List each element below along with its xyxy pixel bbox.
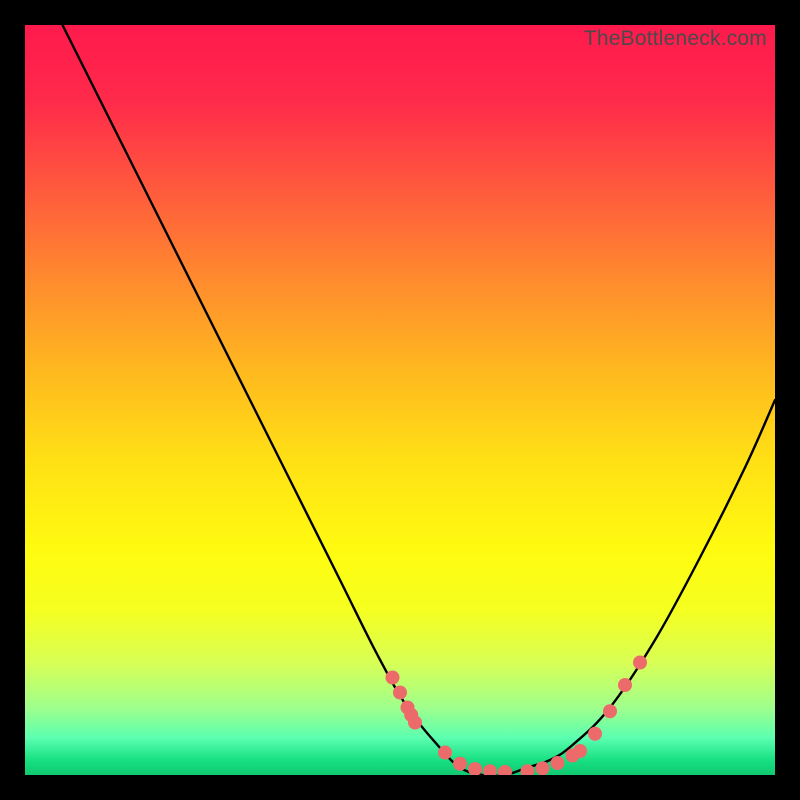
chart-frame: TheBottleneck.com	[25, 25, 775, 775]
highlight-dot	[573, 744, 587, 758]
highlight-dot	[386, 671, 400, 685]
chart-svg	[25, 25, 775, 775]
highlight-dot	[498, 765, 512, 775]
highlight-dot	[603, 704, 617, 718]
highlight-dot	[618, 678, 632, 692]
highlight-dot	[404, 708, 418, 722]
highlight-dot	[536, 761, 550, 775]
highlight-dots	[386, 656, 648, 776]
highlight-dot	[468, 762, 482, 775]
highlight-dot	[633, 656, 647, 670]
highlight-dot	[483, 764, 497, 775]
highlight-dot	[453, 757, 467, 771]
highlight-dot	[588, 727, 602, 741]
highlight-dot	[551, 756, 565, 770]
highlight-dot	[438, 746, 452, 760]
bottleneck-curve	[63, 25, 776, 775]
highlight-dot	[393, 686, 407, 700]
